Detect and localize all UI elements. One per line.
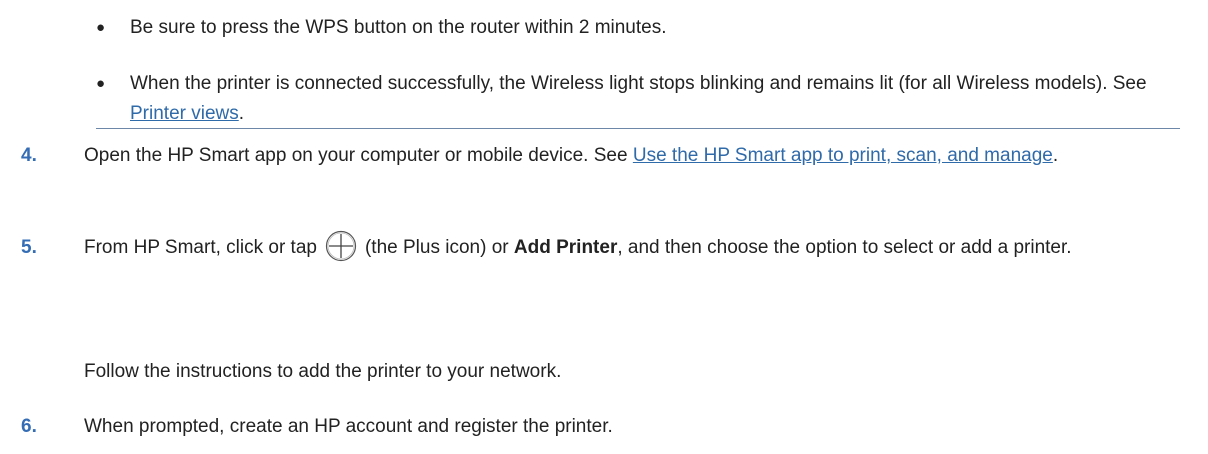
bullet-marker: ● [96,19,106,36]
bullet-text-before: When the printer is connected successful… [130,73,1147,94]
plus-circle-icon [325,230,357,262]
bullet-text: Be sure to press the WPS button on the r… [130,17,667,38]
step-text: When prompted, create an HP account and … [84,416,613,437]
step-text-middle: (the Plus icon) or [364,237,514,258]
printer-views-link[interactable]: Printer views [130,103,239,124]
step-5-follow-up: Follow the instructions to add the print… [84,361,562,382]
step-text-before: From HP Smart, click or tap [84,237,317,258]
bullet-text-after: . [238,103,245,124]
step-text: From HP Smart, click or tap (the Plus ico… [84,230,1194,266]
step-text: Open the HP Smart app on your computer o… [84,141,1194,171]
bullet-marker: ● [96,75,106,92]
bullet-text: When the printer is connected successful… [130,69,1190,129]
step-number: 5. [21,237,37,258]
step-text-after: , and then choose the option to select o… [617,237,1072,258]
step-number: 4. [21,145,37,166]
step-text-after: . [1052,145,1059,166]
note-divider [96,128,1180,129]
hp-smart-app-link[interactable]: Use the HP Smart app to print, scan, and… [633,145,1053,166]
step-number: 6. [21,416,37,437]
step-text-before: Open the HP Smart app on your computer o… [84,145,633,166]
add-printer-label: Add Printer [513,237,618,258]
